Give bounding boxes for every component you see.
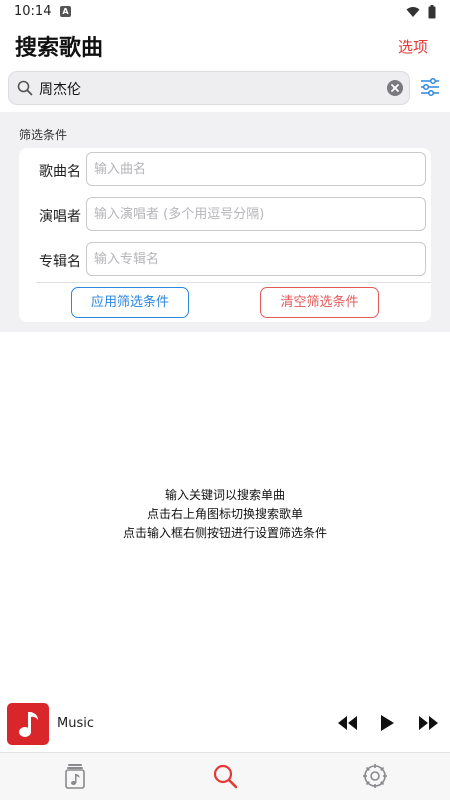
- track-title: Music: [57, 716, 94, 731]
- clear-filter-button[interactable]: 清空筛选条件: [260, 287, 379, 318]
- artist-row: 演唱者: [19, 197, 431, 233]
- song-name-input[interactable]: [86, 152, 426, 186]
- album-label: 专辑名: [39, 254, 81, 270]
- search-row: [0, 70, 450, 106]
- notification-icon: A: [60, 6, 71, 17]
- status-icons: [406, 5, 436, 19]
- hint-line-3: 点击输入框右侧按钮进行设置筛选条件: [122, 526, 327, 540]
- filter-settings-icon[interactable]: [420, 77, 440, 97]
- song-name-row: 歌曲名: [19, 152, 431, 188]
- search-icon: [17, 80, 33, 96]
- album-art[interactable]: [7, 703, 49, 745]
- tab-settings[interactable]: [360, 761, 390, 791]
- play-icon[interactable]: [378, 714, 396, 732]
- app-header: 搜索歌曲 选项: [0, 26, 450, 66]
- song-name-label: 歌曲名: [39, 164, 81, 180]
- mini-player[interactable]: Music: [0, 703, 450, 750]
- album-input[interactable]: [86, 242, 426, 276]
- tab-search[interactable]: [210, 761, 240, 791]
- hint-line-2: 点击右上角图标切换搜索歌单: [146, 507, 303, 521]
- music-library-icon: [65, 764, 85, 789]
- artist-label: 演唱者: [39, 209, 81, 225]
- tab-bar: [0, 752, 450, 800]
- search-tab-icon: [213, 764, 238, 789]
- hint-line-1: 输入关键词以搜索单曲: [164, 488, 285, 502]
- previous-track-icon[interactable]: [335, 714, 359, 732]
- options-button[interactable]: 选项: [398, 36, 428, 57]
- wifi-icon: [406, 7, 420, 17]
- next-track-icon[interactable]: [417, 714, 441, 732]
- filter-section-title: 筛选条件: [19, 128, 68, 142]
- status-time: 10:14: [14, 4, 52, 19]
- status-bar: 10:14 A: [0, 0, 450, 26]
- battery-icon: [428, 5, 436, 19]
- album-row: 专辑名: [19, 242, 431, 278]
- search-input[interactable]: [39, 78, 379, 100]
- filter-card: 歌曲名 演唱者 专辑名 应用筛选条件 清空筛选条件: [19, 148, 431, 322]
- page-title: 搜索歌曲: [15, 36, 104, 61]
- divider: [36, 282, 431, 283]
- artist-input[interactable]: [86, 197, 426, 231]
- tab-library[interactable]: [60, 761, 90, 791]
- apply-filter-button[interactable]: 应用筛选条件: [71, 287, 189, 318]
- search-box[interactable]: [8, 71, 410, 105]
- settings-gear-icon: [363, 764, 387, 788]
- filter-panel: 筛选条件 歌曲名 演唱者 专辑名 应用筛选条件 清空筛选条件: [0, 112, 450, 332]
- clear-search-icon[interactable]: [387, 80, 403, 96]
- music-note-icon: [19, 712, 38, 737]
- empty-state-hint: 输入关键词以搜索单曲 点击右上角图标切换搜索歌单 点击输入框右侧按钮进行设置筛选…: [0, 486, 450, 543]
